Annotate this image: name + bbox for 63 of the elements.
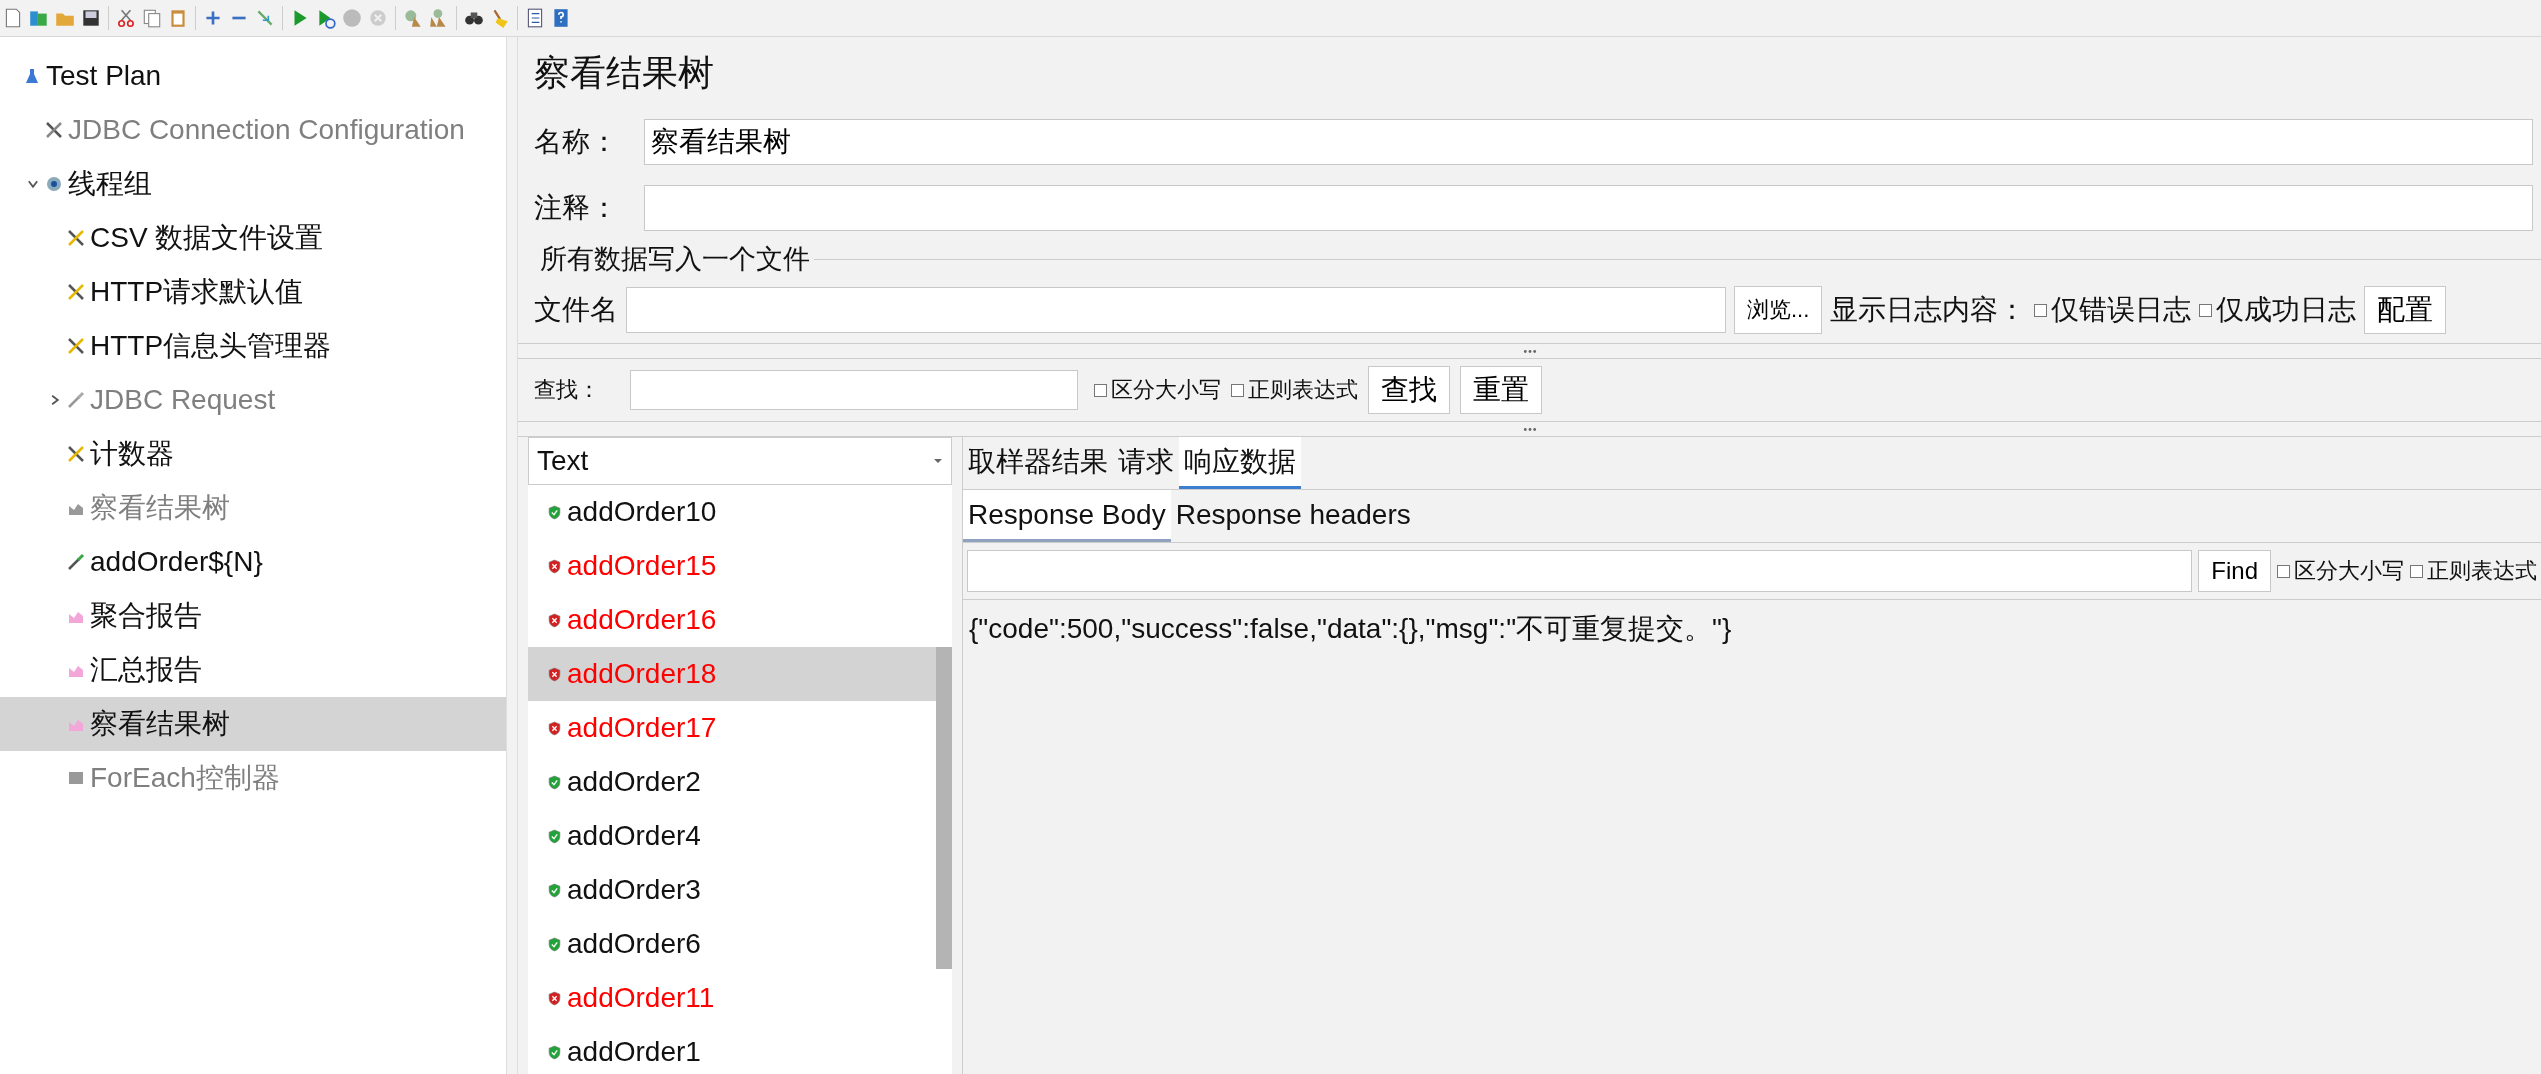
checkbox[interactable] [2410, 564, 2423, 578]
reset-button[interactable]: 重置 [1460, 366, 1542, 414]
filename-label: 文件名 [534, 293, 618, 327]
result-item[interactable]: addOrder16 [528, 593, 936, 647]
comment-label: 注释： [534, 191, 619, 225]
configure-button[interactable]: 配置 [2364, 286, 2447, 334]
find-button[interactable]: 查找 [1368, 366, 1450, 414]
checkbox[interactable] [2199, 303, 2213, 317]
response-body-text: {"code":500,"success":false,"data":{},"msg":"不可重复提交。"} [968, 612, 1733, 646]
search-label: 查找： [534, 376, 600, 404]
tree-item[interactable]: 线程组 [0, 157, 506, 211]
result-item[interactable]: addOrder3 [528, 863, 936, 917]
tree-item[interactable]: Test Plan [0, 49, 506, 103]
result-item[interactable]: addOrder11 [528, 971, 936, 1025]
tree-item[interactable]: CSV 数据文件设置 [0, 211, 506, 265]
checkbox-label: 仅成功日志 [2216, 293, 2357, 327]
tree-item[interactable]: addOrder${N} [0, 535, 506, 589]
checkbox-label: 区分大小写 [1111, 376, 1221, 404]
tab[interactable]: 取样器结果 [963, 437, 1113, 489]
result-item[interactable]: addOrder17 [528, 701, 936, 755]
result-item[interactable]: addOrder15 [528, 539, 936, 593]
renderer-dropdown[interactable]: Text [528, 437, 952, 485]
checkbox[interactable] [1231, 383, 1244, 397]
result-item[interactable]: addOrder2 [528, 755, 936, 809]
name-label: 名称： [534, 125, 619, 159]
splitter-grip-icon[interactable] [1522, 348, 1537, 354]
tab[interactable]: 响应数据 [1179, 437, 1301, 489]
panel-title: 察看结果树 [534, 50, 715, 95]
result-item[interactable]: addOrder4 [528, 809, 936, 863]
copy-icon[interactable] [141, 7, 163, 29]
checkbox-label: 正则表达式 [1248, 376, 1358, 404]
splitter-grip-icon[interactable] [1522, 426, 1537, 432]
scrollbar-thumb[interactable] [936, 647, 952, 969]
tab[interactable]: 请求 [1113, 437, 1179, 489]
comment-field[interactable] [644, 185, 2533, 231]
name-field[interactable]: 察看结果树 [644, 119, 2533, 165]
tree-item[interactable]: HTTP信息头管理器 [0, 319, 506, 373]
cut-icon[interactable] [115, 7, 137, 29]
log-content-label: 显示日志内容： [1830, 293, 2027, 327]
checkbox-label: 区分大小写 [2294, 557, 2404, 585]
group-title: 所有数据写入一个文件 [540, 243, 810, 276]
browse-button[interactable]: 浏览... [1734, 286, 1823, 334]
result-item[interactable]: addOrder6 [528, 917, 936, 971]
filename-field[interactable] [626, 287, 1726, 333]
find-field[interactable] [967, 550, 2193, 592]
checkbox[interactable] [2034, 303, 2048, 317]
tree-item[interactable]: 计数器 [0, 427, 506, 481]
checkbox[interactable] [1094, 383, 1107, 397]
checkbox-label: 仅错误日志 [2051, 293, 2192, 327]
tree-item[interactable]: HTTP请求默认值 [0, 265, 506, 319]
save-icon[interactable] [80, 7, 102, 29]
tree-item[interactable]: 察看结果树 [0, 697, 506, 751]
tab[interactable]: Response headers [1170, 490, 1416, 542]
tree-item[interactable]: 聚合报告 [0, 589, 506, 643]
result-item[interactable]: addOrder10 [528, 485, 936, 539]
result-item[interactable]: addOrder1 [528, 1025, 936, 1074]
search-field[interactable] [630, 370, 1078, 410]
find-button[interactable]: Find [2198, 550, 2271, 592]
tree-item[interactable]: 汇总报告 [0, 643, 506, 697]
checkbox[interactable] [2277, 564, 2290, 578]
tab[interactable]: Response Body [963, 490, 1171, 542]
checkbox-label: 正则表达式 [2427, 557, 2537, 585]
dropdown-caret-icon [933, 458, 943, 464]
